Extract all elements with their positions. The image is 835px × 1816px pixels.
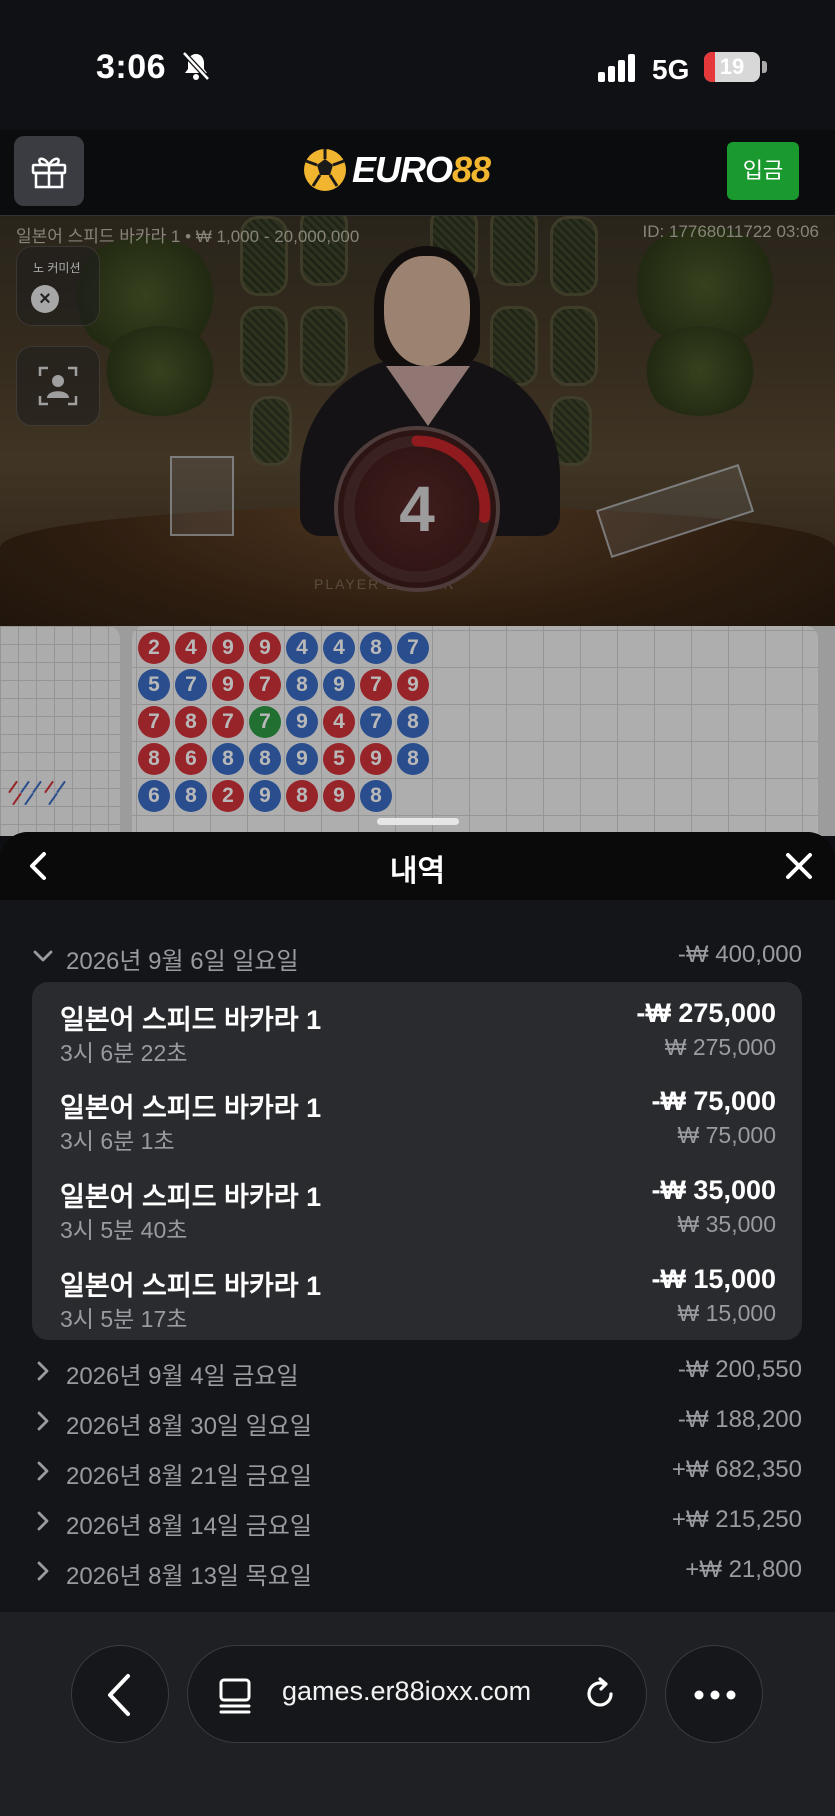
status-bar: 3:06 5G 19 [0,0,835,130]
day-amount: +₩ 21,800 [685,1556,802,1583]
day-row-expanded[interactable]: 2026년 9월 6일 일요일 -₩ 400,000 [32,937,802,977]
chevron-right-icon [37,1461,49,1481]
day-label: 2026년 8월 14일 금요일 [66,1513,312,1540]
euro88-logo[interactable]: EURO88 [302,142,491,198]
day-row[interactable]: 2026년 8월 30일 일요일 -₩ 188,200 [32,1402,802,1442]
day-row[interactable]: 2026년 8월 13일 목요일 +₩ 21,800 [32,1552,802,1592]
deposit-button[interactable]: 입금 [727,142,799,200]
bet-stake: ₩ 275,000 [664,1034,776,1060]
bet-time: 3시 6분 22초 [60,1040,188,1066]
chevron-down-icon [33,950,53,962]
bet-row[interactable]: 일본어 스피드 바카라 1 3시 5분 40초 -₩ 35,000 ₩ 35,0… [32,1167,802,1247]
gift-button[interactable] [14,136,84,206]
day-row[interactable]: 2026년 8월 21일 금요일 +₩ 682,350 [32,1452,802,1492]
reload-icon[interactable] [580,1674,620,1714]
scroll-fade [0,1592,835,1612]
bet-list: 일본어 스피드 바카라 1 3시 6분 22초 -₩ 275,000 ₩ 275… [32,982,802,1340]
bet-row[interactable]: 일본어 스피드 바카라 1 3시 5분 17초 -₩ 15,000 ₩ 15,0… [32,1256,802,1336]
browser-toolbar: games.er88ioxx.com [0,1612,835,1816]
network-label: 5G [652,54,690,85]
bet-stake: ₩ 35,000 [677,1211,776,1237]
sheet-title: 내역 [389,855,446,888]
chevron-right-icon [37,1511,49,1531]
sheet-header: 내역 [0,832,835,900]
bet-result: -₩ 15,000 [651,1264,776,1294]
page-menu-icon [219,1678,251,1714]
chevron-left-icon [108,1674,130,1716]
bet-time: 3시 6분 1초 [60,1128,175,1154]
ellipsis-icon [694,1690,736,1700]
bet-game: 일본어 스피드 바카라 1 [60,1093,322,1123]
drag-handle[interactable] [377,818,459,825]
gift-icon [31,157,67,189]
day-label: 2026년 9월 6일 일요일 [66,948,299,975]
battery-cap [762,61,767,73]
dim-overlay [0,216,835,836]
logo-text: EURO88 [352,149,491,190]
bet-stake: ₩ 15,000 [677,1300,776,1326]
day-label: 2026년 8월 13일 목요일 [66,1563,312,1590]
bet-result: -₩ 275,000 [636,998,776,1028]
history-sheet: 내역 2026년 9월 6일 일요일 -₩ 400,000 일본어 스피드 바카… [0,832,835,1612]
day-label: 2026년 8월 21일 금요일 [66,1463,312,1490]
day-row[interactable]: 2026년 8월 14일 금요일 +₩ 215,250 [32,1502,802,1542]
chevron-right-icon [37,1411,49,1431]
day-label: 2026년 9월 4일 금요일 [66,1363,299,1390]
chevron-right-icon [37,1361,49,1381]
bet-result: -₩ 75,000 [651,1086,776,1116]
day-amount: +₩ 215,250 [671,1506,802,1533]
day-row[interactable]: 2026년 9월 4일 금요일 -₩ 200,550 [32,1352,802,1392]
bet-time: 3시 5분 17초 [60,1306,188,1332]
site-header: EURO88 입금 [0,130,835,216]
more-button[interactable] [665,1645,763,1743]
browser-back-button[interactable] [71,1645,169,1743]
url-text: games.er88ioxx.com [282,1676,532,1706]
battery-percent: 19 [719,54,745,79]
status-time: 3:06 [96,48,167,86]
bell-muted-icon [182,51,210,81]
bet-result: -₩ 35,000 [651,1175,776,1205]
battery-icon: 19 [704,52,760,82]
day-amount: -₩ 400,000 [677,941,802,968]
bet-row[interactable]: 일본어 스피드 바카라 1 3시 6분 1초 -₩ 75,000 ₩ 75,00… [32,1078,802,1158]
bet-game: 일본어 스피드 바카라 1 [60,1271,322,1301]
day-amount: +₩ 682,350 [671,1456,802,1483]
day-label: 2026년 8월 30일 일요일 [66,1413,312,1440]
bet-game: 일본어 스피드 바카라 1 [60,1182,322,1212]
bet-stake: ₩ 75,000 [677,1122,776,1148]
day-amount: -₩ 188,200 [677,1406,802,1433]
close-icon[interactable] [779,846,819,886]
bet-time: 3시 5분 40초 [60,1217,188,1243]
soccer-ball-icon [304,149,346,191]
day-amount: -₩ 200,550 [677,1356,802,1383]
signal-icon [598,54,635,82]
bet-game: 일본어 스피드 바카라 1 [60,1005,322,1035]
chevron-right-icon [37,1561,49,1581]
bet-row[interactable]: 일본어 스피드 바카라 1 3시 6분 22초 -₩ 275,000 ₩ 275… [32,990,802,1070]
url-bar[interactable]: games.er88ioxx.com [187,1645,647,1743]
